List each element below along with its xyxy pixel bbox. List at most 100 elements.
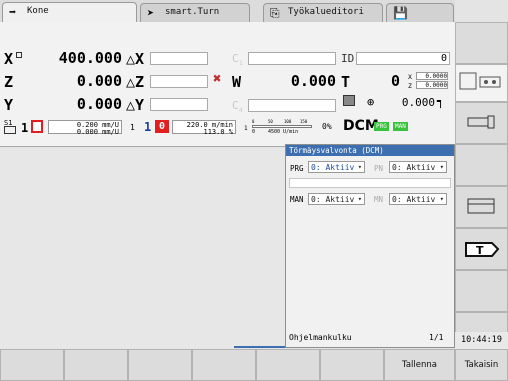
rsk-machine-view[interactable] (455, 64, 508, 102)
feed-icon (4, 126, 16, 134)
spindle-value: 0.000 (401, 96, 435, 109)
rsk-tool-select[interactable]: T (455, 228, 508, 270)
scale-left: 1 (244, 125, 248, 132)
dcm-dialog: Törmäysvalvonta (DCM) PRG 0: Aktiiv ▾ PN… (285, 144, 455, 348)
clock: 10:44:19 (455, 332, 508, 349)
save-button[interactable]: Tallenna (384, 349, 455, 381)
tool-t-value: 0 (390, 72, 400, 90)
dz-field (150, 75, 208, 88)
tool-z-value: 0.0000 (416, 81, 448, 89)
axis-y-value: 0.000 (76, 95, 122, 113)
speed-box: 220.0 m/min 113.0 % (172, 120, 236, 136)
smart-turn-icon: ➤ (147, 6, 155, 20)
spindle-scale: 0 50 100 150 0 4500 U/min (252, 119, 314, 135)
workpiece-icon: ✖ (213, 71, 222, 87)
tool-x-value: 0.0000 (416, 72, 448, 80)
speed-override: 113.0 % (203, 128, 233, 136)
back-button[interactable]: Takaisin (455, 349, 508, 381)
axis-dx-label: △X (126, 50, 145, 68)
spindle-zero: 0 (155, 120, 169, 133)
softkey-2[interactable] (64, 349, 128, 381)
softkey-1[interactable] (0, 349, 64, 381)
dy-field (150, 98, 208, 111)
softkey-4[interactable] (192, 349, 256, 381)
tool-holder-icon (467, 115, 495, 129)
c4-field (248, 99, 336, 112)
rsk-tool[interactable] (455, 102, 508, 144)
softkey-3[interactable] (128, 349, 192, 381)
rsk-empty-3[interactable] (455, 270, 508, 312)
chevron-down-icon: ▾ (357, 195, 362, 203)
page-indicator: 1/1 (429, 333, 444, 342)
tool-x-label: X (408, 73, 412, 81)
tab-tool-editor-label: Työkalueditori (288, 7, 364, 17)
axis-z-value: 0.000 (76, 72, 122, 90)
spindle-one: 1 (144, 120, 152, 134)
tab-tool-editor[interactable]: ⎘ Työkalueditori (263, 3, 383, 22)
spindle-speed: 4500 U/min (268, 129, 299, 135)
scale-tick: 50 (268, 119, 273, 124)
c1-sub: 1 (239, 60, 243, 67)
feed-box: 0.200 mm/U 0.000 mm/U (48, 120, 122, 136)
save-icon: 💾 (393, 6, 408, 20)
scale-bar (252, 125, 312, 128)
machine-view-icon (459, 72, 501, 90)
tool-t-icon: T (465, 242, 500, 257)
tab-smart-turn-label: smart.Turn (165, 7, 220, 17)
scale-tick: 150 (300, 119, 308, 124)
machine-status-panel: X 400.000 △X C 1 ID 0 Z 0.000 △Z ✖ W 0.0… (0, 22, 455, 147)
tab-kone[interactable]: ➡ Kone (2, 2, 137, 22)
scale-zero: 0 (252, 129, 256, 135)
mn-select[interactable]: 0: Aktiiv ▾ (389, 193, 447, 205)
status-line (289, 178, 451, 188)
tab-kone-label: Kone (27, 6, 49, 16)
axis-dz-label: △Z (126, 73, 145, 91)
rsk-empty-1[interactable] (455, 22, 508, 64)
axis-dy-label: △Y (126, 96, 145, 114)
mn-select-value: 0: Aktiiv (392, 195, 436, 204)
tab-bar: ➡ Kone ➤ smart.Turn ⎘ Työkalueditori 💾 (0, 0, 455, 22)
c1-label: C (232, 52, 239, 65)
tab-file[interactable]: 💾 (386, 3, 454, 22)
chevron-down-icon: ▾ (439, 195, 444, 203)
arrow-right-icon: ➡ (9, 5, 17, 19)
man-badge: MAN (393, 122, 408, 131)
rsk-table[interactable] (455, 186, 508, 228)
mn-label: MN (374, 195, 384, 204)
tab-smart-turn[interactable]: ➤ smart.Turn (140, 3, 250, 22)
man-select-value: 0: Aktiiv (311, 195, 355, 204)
prg-select[interactable]: 0: Aktiiv ▾ (308, 161, 365, 173)
scale-tick: 100 (284, 119, 292, 124)
rsk-empty-2[interactable] (455, 144, 508, 186)
pn-select[interactable]: 0: Aktiiv ▾ (389, 161, 447, 173)
prg-badge: PRG (374, 122, 389, 131)
spindle-icon (343, 95, 355, 106)
feed-stop-icon (31, 120, 43, 133)
id-label: ID (341, 52, 355, 65)
orientation-icon: ⊕ (367, 95, 375, 109)
gear-one: 1 (130, 123, 135, 132)
chevron-down-icon: ▾ (439, 163, 444, 171)
prg-label: PRG (290, 164, 304, 173)
dx-field (150, 52, 208, 65)
c1-field (248, 52, 336, 65)
chuck-icon: ┑ (437, 94, 445, 108)
chevron-down-icon: ▾ (357, 163, 362, 171)
man-label: MAN (290, 195, 304, 204)
pn-label: PN (374, 164, 384, 173)
tool-editor-icon: ⎘ (270, 6, 280, 20)
tool-t-label: T (341, 73, 351, 91)
prg-select-value: 0: Aktiiv (311, 163, 355, 172)
s1-number: 1 (21, 121, 29, 135)
man-select[interactable]: 0: Aktiiv ▾ (308, 193, 365, 205)
scale-tick: 0 (252, 119, 255, 124)
axis-w-value: 0.000 (290, 72, 336, 90)
tool-z-label: Z (408, 82, 412, 90)
c4-sub: 4 (239, 107, 243, 114)
axis-w-label: W (232, 73, 242, 91)
svg-text:T: T (476, 244, 484, 257)
softkey-6[interactable] (320, 349, 384, 381)
softkey-5[interactable] (256, 349, 320, 381)
axis-y-label: Y (4, 96, 14, 114)
program-run-label: Ohjelmankulku (289, 333, 352, 342)
